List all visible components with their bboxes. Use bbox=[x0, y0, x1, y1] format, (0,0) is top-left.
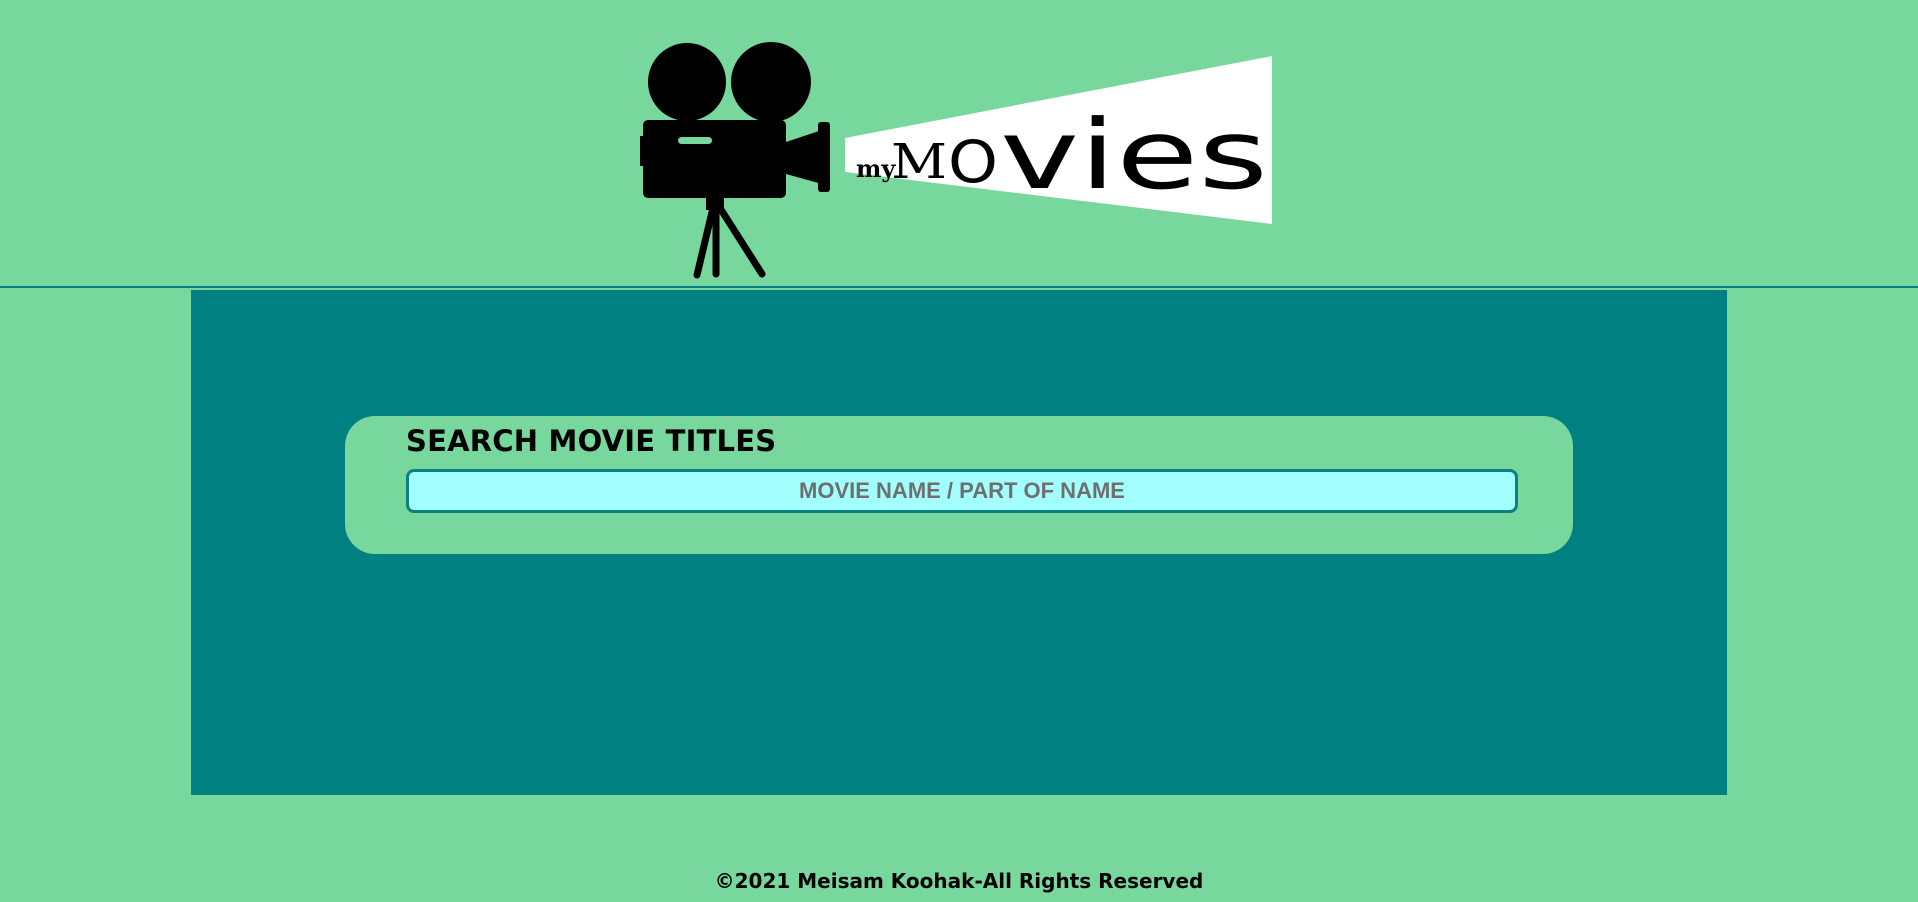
movie-camera-icon: my M O vies bbox=[640, 42, 1272, 279]
site-header: my M O vies bbox=[0, 0, 1918, 288]
svg-text:vies: vies bbox=[1000, 99, 1268, 211]
footer-copyright: ©2021 Meisam Koohak-All Rights Reserved bbox=[714, 869, 1204, 893]
svg-text:M: M bbox=[891, 134, 947, 190]
main-panel: SEARCH MOVIE TITLES bbox=[191, 290, 1727, 795]
page: my M O vies SEARCH MOVIE TITLES ©2021 Me… bbox=[0, 0, 1918, 902]
site-logo[interactable]: my M O vies bbox=[640, 38, 1280, 288]
svg-text:O: O bbox=[948, 128, 998, 196]
search-card: SEARCH MOVIE TITLES bbox=[345, 416, 1573, 554]
movie-search-input[interactable] bbox=[406, 469, 1518, 513]
search-title: SEARCH MOVIE TITLES bbox=[406, 424, 777, 458]
